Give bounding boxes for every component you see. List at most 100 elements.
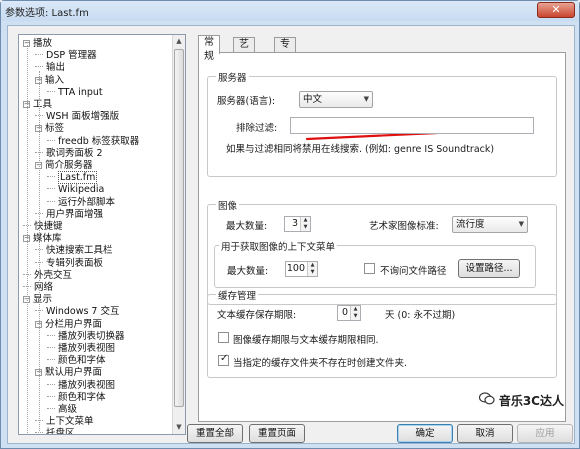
tree-item[interactable]: WSH 面板增强版 bbox=[35, 110, 119, 123]
tree-item-label: 网络 bbox=[34, 282, 54, 293]
tree-item-label: freedb 标签获取器 bbox=[58, 135, 140, 147]
tree-item[interactable]: 托盘区 bbox=[35, 427, 75, 434]
window-title: 参数选项: Last.fm bbox=[5, 8, 89, 19]
server-language-label: 服务器(语言): bbox=[217, 96, 276, 107]
tree-item[interactable]: 上下文菜单 bbox=[35, 415, 94, 428]
scroll-up-icon[interactable]: ▲ bbox=[173, 35, 185, 48]
tree-connector bbox=[47, 347, 55, 348]
filter-hint-text: 如果与过滤相同将禁用在线搜索. (例如: genre IS Soundtrack… bbox=[226, 144, 495, 155]
tree-item[interactable]: 运行外部脚本 bbox=[47, 196, 115, 209]
tree-connector bbox=[47, 176, 55, 178]
tree-item[interactable]: 颜色和字体 bbox=[47, 354, 106, 367]
tree-item[interactable]: 歌词秀面板 2 bbox=[35, 147, 103, 160]
cache-keep-value: 0 bbox=[341, 307, 348, 318]
tree-item-label: 用户界面增强 bbox=[46, 208, 104, 220]
tree-item[interactable]: 快捷键 bbox=[23, 220, 63, 233]
tab-album[interactable]: 专辑 bbox=[274, 37, 296, 64]
context-menu-subgroup: 用于获取图像的上下文菜单 最大数量: 100 ▲ ▼ 不询问文件路径 设置路径..… bbox=[214, 239, 536, 288]
no-ask-path-label: 不询问文件路径 bbox=[380, 266, 447, 277]
chevron-down-icon: ▼ bbox=[518, 220, 524, 228]
server-language-select[interactable]: 中文 ▼ bbox=[299, 91, 373, 108]
tree-item-label: 快速搜索工具栏 bbox=[46, 245, 113, 257]
scroll-down-icon[interactable]: ▼ bbox=[173, 421, 185, 434]
tree-item-label: 颜色和字体 bbox=[58, 391, 106, 403]
tree-item[interactable]: 播放列表视图 bbox=[47, 342, 115, 355]
tree-item[interactable]: Wikipedia bbox=[47, 183, 104, 196]
tree-item[interactable]: − 媒体库 bbox=[23, 232, 62, 245]
tree-item-label: DSP 管理器 bbox=[46, 50, 97, 62]
tree-item-label: 运行外部脚本 bbox=[58, 196, 116, 208]
cache-keep-label: 文本缓存保存期限: bbox=[217, 310, 297, 321]
exclude-filter-input[interactable] bbox=[290, 117, 534, 134]
tree-item-label: 播放列表视图 bbox=[58, 343, 116, 354]
tab-general[interactable]: 常规 bbox=[198, 35, 220, 62]
image-group-title: 图像 bbox=[216, 198, 240, 212]
create-folder-checkbox[interactable] bbox=[218, 353, 229, 366]
tree-item-label: Windows 7 交互 bbox=[46, 306, 120, 318]
tree-item-label: Wikipedia bbox=[58, 184, 105, 196]
tree-item[interactable]: 专辑列表面板 bbox=[35, 257, 103, 270]
watermark-text: 音乐3C达人 bbox=[498, 394, 564, 408]
tree-item-label: 工具 bbox=[33, 99, 53, 110]
tree-guide-line bbox=[39, 71, 40, 431]
context-max-label: 最大数量: bbox=[227, 266, 269, 277]
server-group: 服务器 服务器(语言): 中文 ▼ 排除过滤: 如果与过滤相同将禁用在线搜索. … bbox=[207, 70, 557, 177]
title-bar[interactable]: 参数选项: Last.fm ✕ bbox=[1, 1, 579, 21]
tree-item[interactable]: 高级 bbox=[47, 403, 77, 416]
cancel-button[interactable]: 取消 bbox=[457, 424, 513, 443]
apply-button[interactable]: 应用 bbox=[517, 424, 573, 443]
reset-page-button[interactable]: 重置页面 bbox=[249, 424, 305, 443]
chevron-down-icon: ▼ bbox=[363, 95, 369, 103]
image-group: 图像 最大数量: 3 ▲ ▼ 艺术家图像标准: 流行度 ▼ 用于获取图像的上下文菜… bbox=[207, 198, 557, 305]
artist-image-standard-value: 流行度 bbox=[456, 219, 485, 230]
tree-item[interactable]: Windows 7 交互 bbox=[35, 305, 120, 318]
tree-items: − 播放 DSP 管理器 输出 − 输入 TTA input − 工具 WSH 面板增强版 − 标签 f… bbox=[19, 35, 173, 434]
close-button[interactable]: ✕ bbox=[537, 2, 575, 18]
tree-guide-line bbox=[27, 45, 28, 434]
tree-item-label: 播放 bbox=[33, 38, 53, 49]
preferences-tree[interactable]: − 播放 DSP 管理器 输出 − 输入 TTA input − 工具 WSH 面板增强版 − 标签 f… bbox=[18, 34, 186, 435]
spinner-arrows-icon[interactable]: ▲ ▼ bbox=[307, 262, 317, 276]
image-cache-same-label: 图像缓存期限与文本缓存期限相同. bbox=[233, 335, 379, 346]
no-ask-path-checkbox[interactable] bbox=[364, 263, 375, 274]
tab-artist[interactable]: 艺术家 bbox=[233, 37, 255, 78]
tree-item-label: 专辑列表面板 bbox=[46, 257, 104, 269]
set-path-button[interactable]: 设置路径... bbox=[458, 259, 520, 278]
tree-item-label: 显示 bbox=[33, 294, 53, 306]
spinner-arrows-icon[interactable]: ▲ ▼ bbox=[300, 217, 310, 231]
tree-item[interactable]: − 分栏用户界面 bbox=[35, 318, 102, 331]
scroll-thumb[interactable] bbox=[174, 49, 184, 407]
tree-item[interactable]: 播放列表视图 bbox=[47, 379, 115, 392]
cache-keep-spinner[interactable]: 0 ▲ ▼ bbox=[337, 305, 361, 321]
tree-item[interactable]: 颜色和字体 bbox=[47, 391, 106, 404]
ok-button[interactable]: 确定 bbox=[397, 424, 453, 443]
tree-item[interactable]: DSP 管理器 bbox=[35, 49, 97, 62]
tree-item-label: 播放列表视图 bbox=[58, 379, 116, 391]
tree-item[interactable]: 外壳交互 bbox=[23, 269, 72, 282]
tree-item[interactable]: − 默认用户界面 bbox=[35, 366, 102, 379]
tree-scrollbar[interactable]: ▲ ▼ bbox=[172, 35, 185, 434]
tree-item[interactable]: TTA input bbox=[47, 86, 103, 99]
reset-all-button[interactable]: 重置全部 bbox=[187, 424, 243, 443]
tree-item[interactable]: − 简介服务器 bbox=[35, 159, 93, 172]
cache-group-title: 缓存管理 bbox=[216, 288, 259, 302]
tree-connector bbox=[35, 54, 43, 56]
tree-item[interactable]: freedb 标签获取器 bbox=[47, 135, 139, 148]
spinner-arrows-icon[interactable]: ▲ ▼ bbox=[350, 306, 360, 320]
image-max-spinner[interactable]: 3 ▲ ▼ bbox=[284, 216, 311, 232]
tree-item[interactable]: 播放列表切换器 bbox=[47, 330, 125, 343]
tree-connector bbox=[47, 200, 55, 202]
tree-connector bbox=[35, 66, 43, 68]
cache-group: 缓存管理 文本缓存保存期限: 0 ▲ ▼ 天 (0: 永不过期) 图像缓存期限与文… bbox=[207, 288, 557, 378]
tree-item-label: WSH 面板增强版 bbox=[46, 111, 120, 123]
dialog-client-area: − 播放 DSP 管理器 输出 − 输入 TTA input − 工具 WSH 面板增强版 − 标签 f… bbox=[7, 25, 575, 444]
context-max-value: 100 bbox=[286, 263, 305, 274]
context-max-spinner[interactable]: 100 ▲ ▼ bbox=[285, 261, 318, 277]
image-cache-same-checkbox[interactable] bbox=[218, 332, 229, 343]
preferences-window: 参数选项: Last.fm ✕ − 播放 DSP 管理器 输出 − 输入 TTA input… bbox=[0, 0, 580, 449]
tree-item[interactable]: 快速搜索工具栏 bbox=[35, 244, 113, 257]
tree-item[interactable]: Last.fm bbox=[47, 171, 98, 185]
artist-image-standard-select[interactable]: 流行度 ▼ bbox=[452, 216, 528, 233]
tree-item[interactable]: 用户界面增强 bbox=[35, 208, 103, 221]
server-group-title: 服务器 bbox=[216, 70, 249, 84]
